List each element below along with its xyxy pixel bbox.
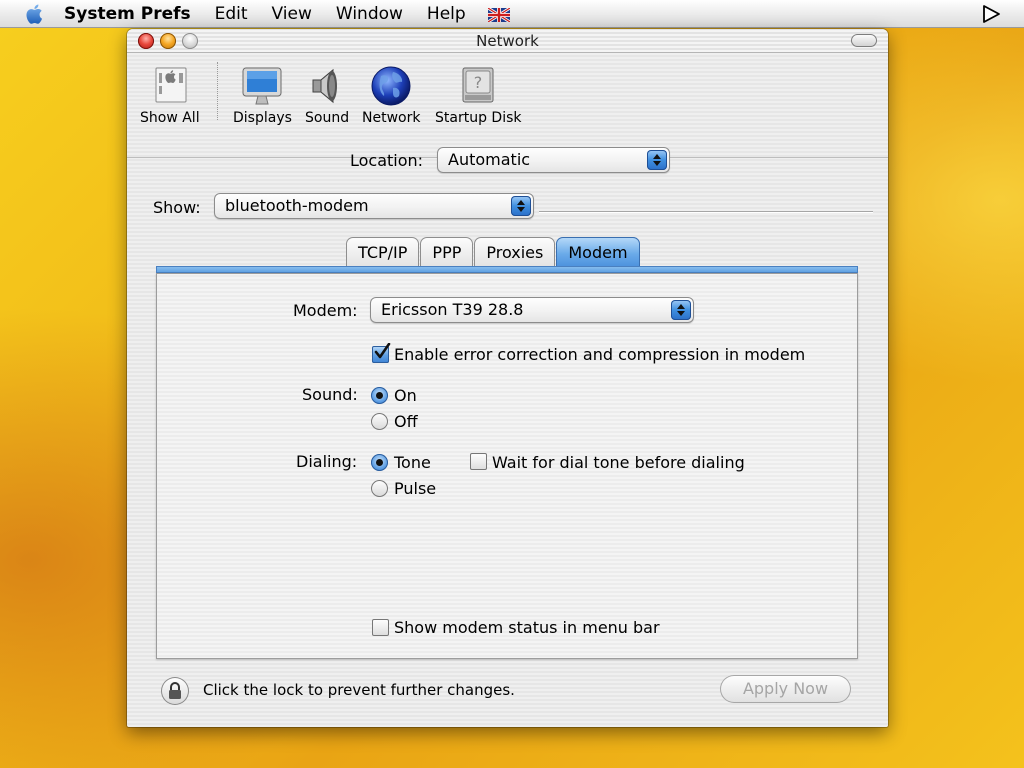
script-menu-icon[interactable] [980, 3, 1002, 25]
error-correction-checkbox[interactable] [372, 343, 391, 363]
dialing-pulse-label[interactable]: Pulse [394, 479, 436, 498]
checkmark-icon [374, 343, 391, 359]
wait-dial-tone-checkbox[interactable] [470, 453, 487, 470]
window-title: Network [476, 32, 539, 50]
toolbar-displays[interactable]: Displays [233, 64, 292, 126]
menu-help[interactable]: Help [427, 4, 466, 24]
toolbar-network-label: Network [362, 110, 421, 126]
toolbar-startup-disk-label: Startup Disk [435, 110, 522, 126]
sound-on-label[interactable]: On [394, 386, 417, 405]
toolbar-show-all[interactable]: Show All [140, 64, 200, 126]
toolbar-sound-label: Sound [305, 110, 350, 126]
modem-label: Modem: [293, 301, 358, 320]
popup-arrows-icon [671, 300, 691, 320]
show-modem-status-label[interactable]: Show modem status in menu bar [394, 618, 660, 637]
modem-popup[interactable]: Ericsson T39 28.8 [370, 297, 694, 323]
network-globe-icon [369, 64, 413, 108]
sound-off-radio[interactable] [371, 413, 388, 430]
menu-window[interactable]: Window [336, 4, 403, 24]
sound-icon [305, 64, 349, 108]
startup-disk-icon: ? [456, 64, 500, 108]
menu-app-name[interactable]: System Prefs [64, 4, 191, 24]
menu-bar: System Prefs Edit View Window Help [0, 0, 1024, 28]
sound-label: Sound: [302, 385, 358, 404]
popup-arrows-icon [511, 196, 531, 216]
dialing-tone-radio[interactable] [371, 454, 388, 471]
show-modem-status-checkbox[interactable] [372, 619, 389, 636]
title-bar[interactable]: Network [127, 29, 888, 53]
show-label: Show: [153, 198, 201, 217]
tab-ppp[interactable]: PPP [420, 237, 474, 268]
tab-proxies[interactable]: Proxies [474, 237, 556, 268]
dialing-label: Dialing: [296, 452, 358, 471]
location-popup[interactable]: Automatic [437, 147, 670, 173]
sound-off-label[interactable]: Off [394, 412, 418, 431]
lock-icon [169, 682, 181, 699]
location-value: Automatic [448, 150, 531, 169]
error-correction-label[interactable]: Enable error correction and compression … [394, 345, 805, 364]
dialing-pulse-radio[interactable] [371, 480, 388, 497]
lock-button[interactable] [161, 677, 189, 705]
toolbar-separator [217, 62, 218, 120]
toolbar-toggle-button[interactable] [851, 34, 877, 47]
menu-edit[interactable]: Edit [215, 4, 248, 24]
apple-menu-icon[interactable] [24, 3, 46, 25]
modem-value: Ericsson T39 28.8 [381, 300, 524, 319]
prefs-toolbar: Show All Displays Sound Network ? Startu… [127, 54, 888, 158]
tab-strip [156, 266, 858, 273]
toolbar-displays-label: Displays [233, 110, 292, 126]
tab-bar: TCP/IP PPP Proxies Modem [346, 237, 640, 268]
menu-view[interactable]: View [272, 4, 312, 24]
network-prefs-window: Network Show All Displays Sound Network … [127, 29, 888, 727]
toolbar-network[interactable]: Network [362, 64, 420, 126]
svg-text:?: ? [474, 73, 483, 92]
toolbar-sound[interactable]: Sound [305, 64, 349, 126]
wait-dial-tone-label[interactable]: Wait for dial tone before dialing [492, 453, 745, 472]
toolbar-startup-disk[interactable]: ? Startup Disk [435, 64, 521, 126]
tab-tcpip[interactable]: TCP/IP [346, 237, 420, 268]
modem-panel: Modem: Ericsson T39 28.8 Enable error co… [156, 273, 858, 659]
show-value: bluetooth-modem [225, 196, 369, 215]
popup-arrows-icon [647, 150, 667, 170]
displays-icon [240, 64, 284, 108]
uk-flag-icon[interactable] [486, 6, 511, 23]
dialing-tone-label[interactable]: Tone [394, 453, 431, 472]
location-label: Location: [350, 151, 424, 170]
toolbar-show-all-label: Show All [140, 110, 200, 126]
sound-on-radio[interactable] [371, 387, 388, 404]
show-popup[interactable]: bluetooth-modem [214, 193, 534, 219]
separator-line [539, 211, 873, 212]
show-all-icon [148, 64, 192, 108]
lock-status-text: Click the lock to prevent further change… [203, 681, 515, 699]
tab-modem[interactable]: Modem [556, 237, 640, 268]
apply-now-button[interactable]: Apply Now [720, 675, 851, 703]
